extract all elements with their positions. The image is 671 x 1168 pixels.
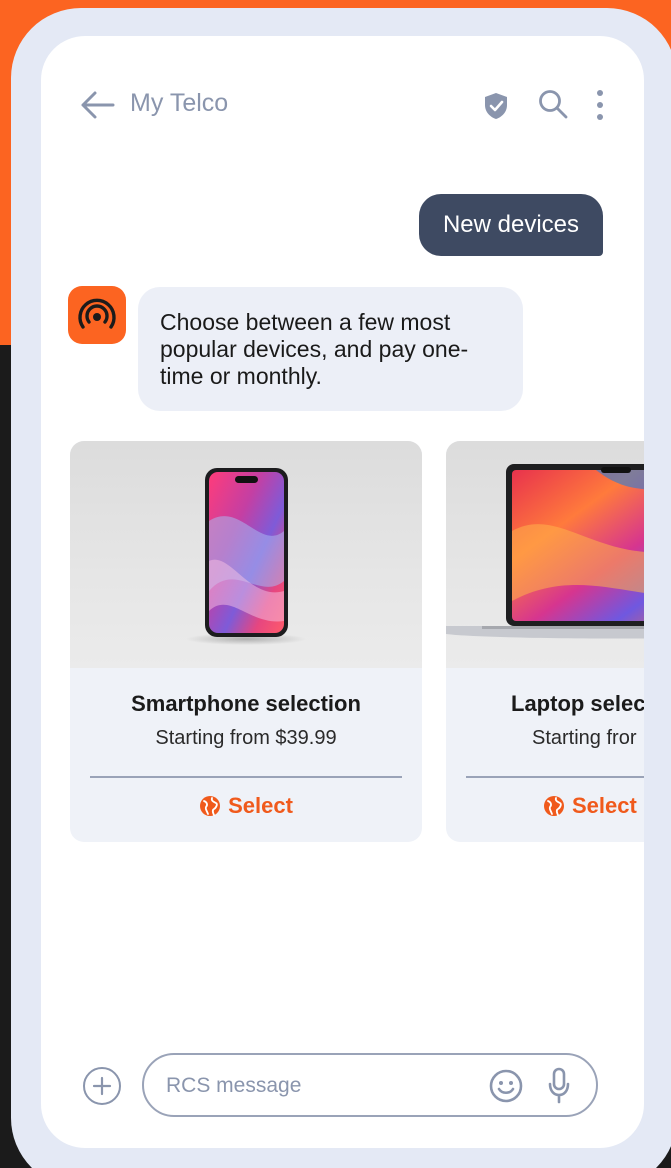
add-icon — [92, 1076, 112, 1096]
card-divider — [466, 776, 644, 778]
globe-icon — [544, 796, 564, 816]
back-arrow-icon[interactable] — [79, 90, 115, 120]
verified-shield-icon[interactable] — [482, 91, 510, 121]
incoming-message: Choose between a few most popular device… — [138, 287, 523, 411]
card-subtitle: Starting from $39.99 — [155, 727, 337, 749]
select-button[interactable]: Select — [543, 793, 637, 819]
emoji-icon[interactable] — [489, 1069, 523, 1103]
page-title: My Telco — [130, 89, 229, 117]
bot-avatar — [68, 286, 126, 344]
message-composer — [142, 1053, 598, 1117]
microphone-icon[interactable] — [547, 1067, 571, 1105]
messaging-screen: My Telco New devices Choose between a fe… — [41, 36, 644, 1148]
add-attachment-button[interactable] — [83, 1067, 121, 1105]
broadcast-icon — [78, 298, 116, 329]
select-button-label: Select — [572, 793, 637, 818]
message-input[interactable] — [166, 1071, 466, 1101]
select-button-label: Select — [228, 793, 293, 818]
globe-icon — [200, 796, 221, 816]
smartphone-image — [70, 441, 422, 668]
rich-card-laptop[interactable]: Laptop selec Starting fror Select — [446, 441, 644, 842]
rich-card-smartphone[interactable]: Smartphone selection Starting from $39.9… — [70, 441, 422, 842]
outgoing-message: New devices — [419, 194, 603, 256]
card-title: Laptop selec — [511, 691, 644, 716]
card-title: Smartphone selection — [131, 691, 361, 716]
more-vertical-icon[interactable] — [593, 88, 607, 122]
laptop-image — [446, 441, 644, 668]
card-divider — [90, 776, 402, 778]
card-subtitle: Starting fror — [532, 727, 637, 749]
select-button[interactable]: Select — [70, 793, 422, 819]
search-icon[interactable] — [537, 88, 569, 120]
